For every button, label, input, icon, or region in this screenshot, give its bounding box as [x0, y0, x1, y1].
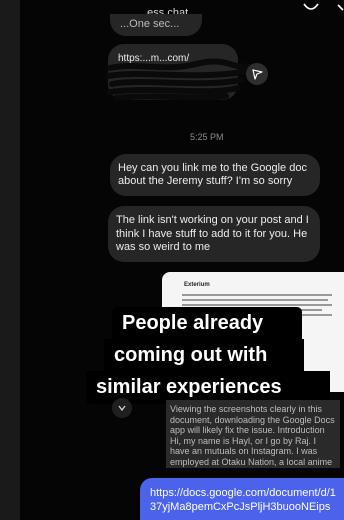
message-bubble: Hey can you link me to the Google doc ab… — [110, 154, 320, 196]
reaction-button[interactable] — [112, 398, 132, 418]
video-icon[interactable] — [335, 2, 344, 16]
message-text: ...One sec... — [120, 18, 180, 30]
redaction-scribble — [106, 58, 249, 101]
message-text: The link isn't working on your post and … — [116, 214, 309, 253]
document-title: Exterium — [184, 282, 210, 288]
share-button[interactable] — [246, 63, 268, 85]
message-text: Viewing the screenshots clearly in this … — [170, 404, 335, 468]
message-bubble: Viewing the screenshots clearly in this … — [166, 400, 340, 468]
message-bubble: The link isn't working on your post and … — [108, 206, 320, 262]
caption-line-2: coming out with — [104, 339, 304, 371]
message-bubble: ...One sec... — [110, 14, 202, 36]
timestamp: 5:25 PM — [190, 132, 224, 142]
url-text[interactable]: https://docs.google.com/document/d/137yj… — [150, 487, 336, 513]
send-icon — [251, 68, 263, 80]
chat-screen: ...ess chat ...One sec... https:...m...c… — [0, 0, 344, 520]
sent-link-message[interactable]: https://docs.google.com/document/d/137yj… — [140, 478, 344, 520]
caption-line-1: People already — [112, 307, 302, 339]
chevron-down-icon — [118, 405, 126, 412]
message-text: Hey can you link me to the Google doc ab… — [118, 162, 307, 187]
phone-icon[interactable] — [302, 2, 320, 14]
left-rail — [0, 0, 20, 520]
